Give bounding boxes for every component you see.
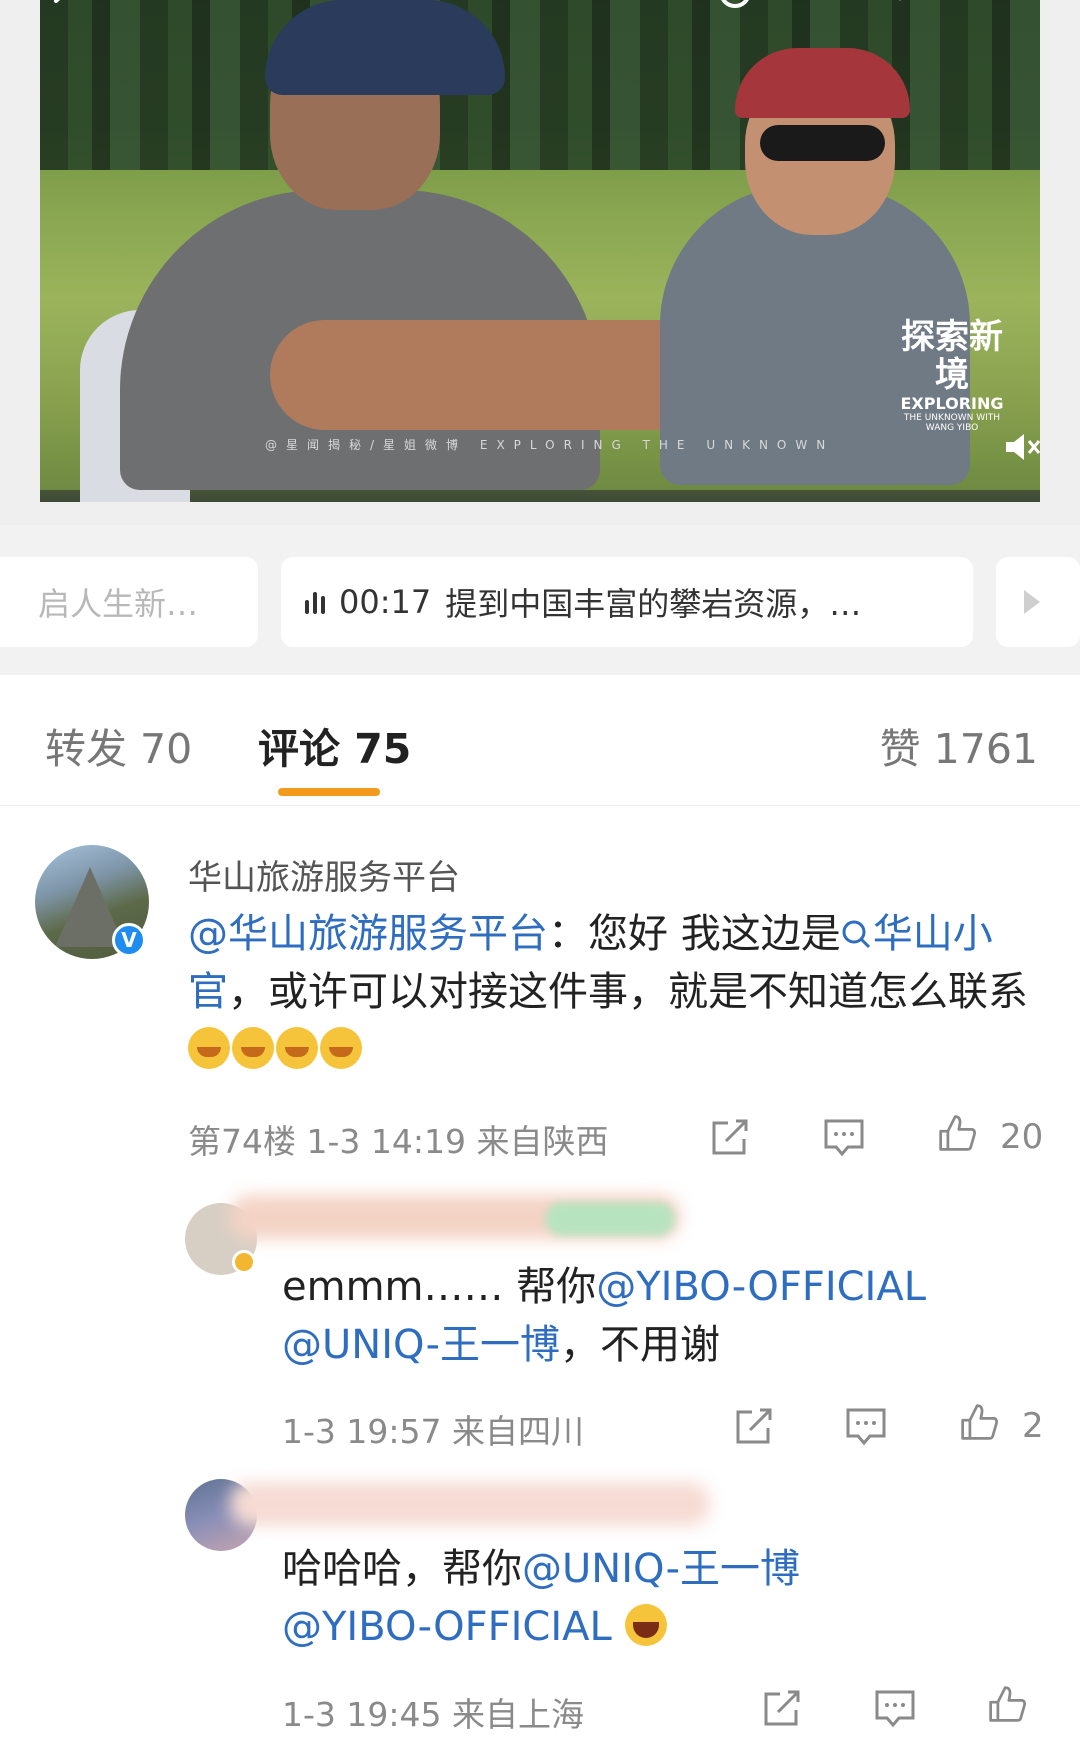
tab-repost[interactable]: 转发 70 xyxy=(45,715,192,775)
caption-chip-previous-text: 启人生新… xyxy=(38,585,199,623)
reply-text: 哈哈哈，帮你@UNIQ-王一博 @YIBO-OFFICIAL xyxy=(282,1540,1042,1656)
reply-text: emmm…… 帮你@YIBO-OFFICIAL @UNIQ-王一博，不用谢 xyxy=(282,1258,1042,1374)
feedback-tabs: 转发 70 评论 75 赞 1761 xyxy=(0,675,1080,806)
share-icon[interactable] xyxy=(708,1117,752,1157)
caption-chip-row: 启人生新… 00:17 提到中国丰富的攀岩资源，… xyxy=(0,525,1080,675)
comment-meta: 第74楼 1-3 14:19 来自陕西 xyxy=(188,1122,609,1161)
tab-comment[interactable]: 评论 75 xyxy=(258,715,411,775)
mention-link[interactable]: @UNIQ-王一博 xyxy=(522,1546,800,1592)
back-icon[interactable] xyxy=(46,0,86,16)
comment-meta: 1-3 19:57 来自四川 xyxy=(282,1412,584,1451)
mention-link[interactable]: @YIBO-OFFICIAL xyxy=(282,1604,612,1650)
show-logo-sub: THE UNKNOWN WITH WANG YIBO xyxy=(903,413,1001,433)
mention-link[interactable]: @YIBO-OFFICIAL xyxy=(596,1264,926,1310)
mention-link[interactable]: @华山旅游服务平台 xyxy=(188,911,548,957)
caption-chip-current[interactable]: 00:17 提到中国丰富的攀岩资源，… xyxy=(281,557,973,647)
audio-bars-icon xyxy=(305,590,325,614)
like-count: 20 xyxy=(1000,1117,1044,1157)
comment-meta: 1-3 19:45 来自上海 xyxy=(282,1695,584,1734)
reply-icon[interactable] xyxy=(873,1688,917,1728)
video-person-right-cap xyxy=(735,48,910,118)
blurred-badge xyxy=(545,1202,675,1236)
mute-icon[interactable] xyxy=(1002,432,1042,462)
video-person-right-sunglasses xyxy=(760,125,885,161)
show-logo-en: EXPLORING xyxy=(900,394,1004,413)
verified-icon xyxy=(232,1250,256,1274)
mention-link[interactable]: @UNIQ-王一博 xyxy=(282,1322,560,1368)
video-player[interactable]: 探索新境 EXPLORING THE UNKNOWN WITH WANG YIB… xyxy=(40,0,1040,502)
video-watermark: @星闻揭秘/星姐微博 EXPLORING THE UNKNOWN xyxy=(265,438,835,452)
emoji-icon xyxy=(320,1027,362,1069)
share-icon[interactable] xyxy=(760,1688,804,1728)
comment-text-part2: ，或许可以对接这件事，就是不知道怎么联系 xyxy=(228,969,1028,1015)
search-icon[interactable] xyxy=(715,0,755,16)
comment-text-part1: ：您好 我这边是 xyxy=(548,911,841,957)
tab-like[interactable]: 赞 1761 xyxy=(880,715,1038,775)
emoji-icon xyxy=(188,1027,230,1069)
like-icon[interactable] xyxy=(935,1113,979,1153)
like-icon[interactable] xyxy=(985,1684,1029,1724)
caption-chip-time: 00:17 xyxy=(339,583,432,621)
verified-icon: V xyxy=(112,923,146,957)
reply-text-suffix: ，不用谢 xyxy=(560,1322,721,1368)
play-icon xyxy=(1024,590,1040,614)
show-logo-zh: 探索新境 xyxy=(901,317,1003,395)
blurred-username xyxy=(230,1482,710,1526)
caption-chip-previous[interactable]: 启人生新… xyxy=(0,557,258,647)
reply-icon[interactable] xyxy=(822,1117,866,1157)
reply-icon[interactable] xyxy=(844,1406,888,1446)
caption-chip-next[interactable] xyxy=(996,557,1080,647)
active-tab-indicator xyxy=(278,788,380,796)
laugh-emoji-icon xyxy=(624,1604,667,1646)
reply-text-prefix: 哈哈哈，帮你 xyxy=(282,1546,522,1592)
show-logo: 探索新境 EXPLORING THE UNKNOWN WITH WANG YIB… xyxy=(892,318,1012,433)
like-count: 2 xyxy=(1022,1406,1044,1446)
close-icon[interactable] xyxy=(880,0,920,16)
like-icon[interactable] xyxy=(957,1402,1001,1442)
comment-username[interactable]: 华山旅游服务平台 xyxy=(188,850,460,899)
share-icon[interactable] xyxy=(732,1406,776,1446)
emoji-icon xyxy=(232,1027,274,1069)
caption-chip-text: 提到中国丰富的攀岩资源，… xyxy=(445,585,862,623)
search-icon xyxy=(842,920,870,949)
video-area: 探索新境 EXPLORING THE UNKNOWN WITH WANG YIB… xyxy=(0,0,1080,525)
video-person-left-cap xyxy=(265,0,505,95)
reply-text-prefix: emmm…… 帮你 xyxy=(282,1264,597,1310)
comment-text: @华山旅游服务平台：您好 我这边是 华山小官，或许可以对接这件事，就是不知道怎么联… xyxy=(188,905,1028,1079)
emoji-icon xyxy=(276,1027,318,1069)
comment-item: V 华山旅游服务平台 @华山旅游服务平台：您好 我这边是 华山小官，或许可以对接这… xyxy=(0,805,1080,1175)
